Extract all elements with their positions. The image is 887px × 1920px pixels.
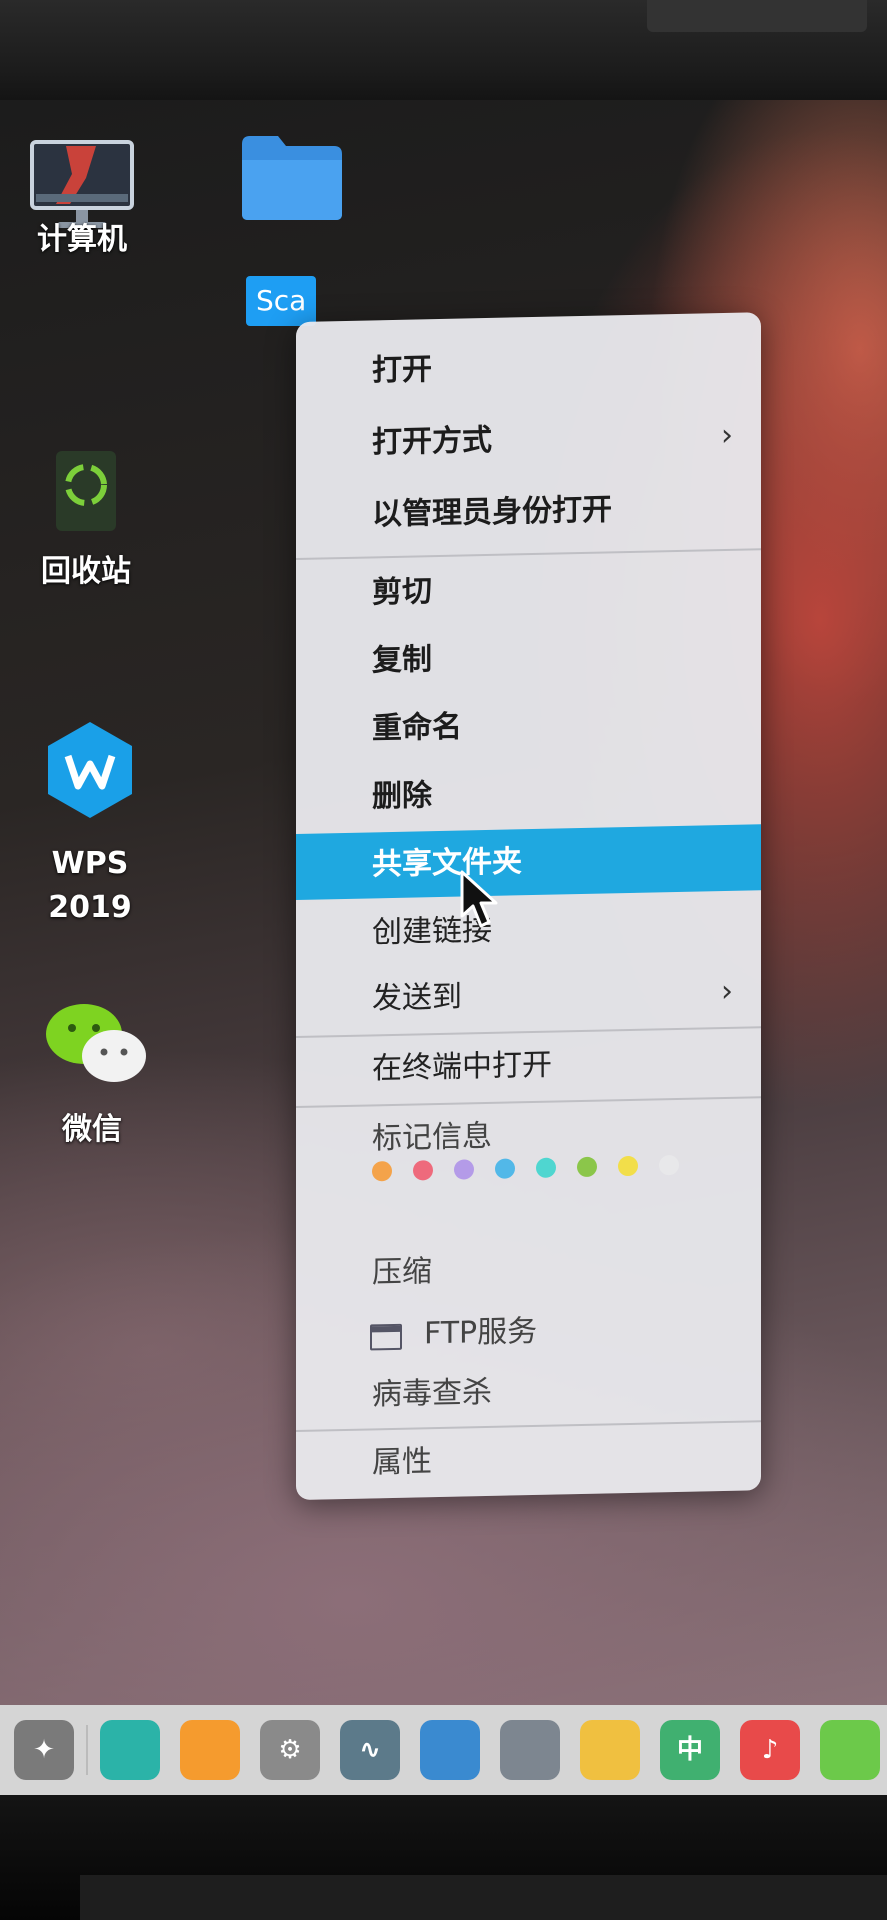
menu-item-label: 剪切 [372,574,432,611]
tag-color-row [372,1154,700,1201]
desktop-icon-label: 计算机 [37,222,127,257]
tag-color-dot[interactable] [659,1154,679,1175]
menu-item-open-with[interactable]: 打开方式 › [296,402,761,478]
menu-item-label: 在终端中打开 [372,1047,552,1087]
file-manager-icon[interactable] [100,1720,160,1780]
code-editor-icon[interactable] [420,1720,480,1780]
menu-item-create-link[interactable]: 创建链接 [296,892,761,968]
tag-color-dot[interactable] [413,1159,433,1181]
menu-item-open[interactable]: 打开 [296,330,761,406]
menu-separator [296,1218,761,1230]
menu-item-virus-scan[interactable]: 病毒查杀 [296,1354,761,1430]
wechat-icon [46,1004,146,1082]
tag-color-dot[interactable] [536,1157,556,1178]
tag-color-dot[interactable] [618,1155,638,1176]
desktop[interactable]: 计算机 Sca 回收站 WPS 2019 微信 打开 打开方式 › 以管理员身份… [0,100,887,1705]
menu-item-rename[interactable]: 重命名 [296,688,761,764]
dock-item-glyph: 中 [676,1735,703,1765]
menu-item-open-as-admin[interactable]: 以管理员身份打开 [296,474,761,550]
menu-item-label: 以管理员身份打开 [372,492,612,533]
monitor-stand [80,1875,887,1920]
desktop-icon-recycle-bin[interactable]: 回收站 [16,445,156,615]
taskbar-dock: ✦ ⚙ ∿ 中 ♪ [0,1705,887,1795]
music-icon[interactable]: ♪ [740,1720,800,1780]
dock-item-glyph: ✦ [33,1735,55,1765]
menu-item-send-to[interactable]: 发送到 › [296,958,761,1034]
chevron-right-icon: › [721,973,733,1010]
menu-item-label: 发送到 [372,979,462,1017]
desktop-icon-wechat[interactable]: 微信 [22,1000,162,1180]
menu-item-label: 重命名 [372,709,462,747]
menu-item-share-folder[interactable]: 共享文件夹 [296,824,761,900]
folder-name-label[interactable]: Sca [246,276,316,326]
menu-item-label: 复制 [372,642,432,679]
desktop-icon-label-line1: WPS [51,846,129,881]
settings-icon[interactable]: ⚙ [260,1720,320,1780]
menu-item-copy[interactable]: 复制 [296,620,761,696]
dock-separator [86,1725,88,1775]
menu-item-label: 打开 [372,352,432,389]
menu-item-label: FTP服务 [424,1313,538,1352]
menu-item-label: 压缩 [372,1254,432,1291]
app-store-icon[interactable] [180,1720,240,1780]
dock-item-glyph: ♪ [761,1735,779,1765]
desktop-icon-computer[interactable]: 计算机 [12,118,152,288]
menu-item-label: 打开方式 [372,422,492,461]
wps-icon [48,722,132,818]
menu-item-label: 病毒查杀 [372,1374,492,1413]
recycle-bin-icon [56,451,116,531]
browser-icon[interactable] [580,1720,640,1780]
monitor-brand-plate [647,0,867,32]
window-icon [370,1323,402,1351]
desktop-icon-label: 回收站 [41,554,131,589]
tag-color-dot[interactable] [372,1160,392,1181]
system-monitor-icon[interactable]: ∿ [340,1720,400,1780]
chevron-right-icon: › [721,417,733,454]
menu-item-open-in-terminal[interactable]: 在终端中打开 [296,1028,761,1104]
mouse-cursor-icon [460,870,498,928]
dock-item-glyph: ⚙ [278,1735,302,1765]
tag-color-dot[interactable] [495,1157,515,1179]
menu-item-properties[interactable]: 属性 [296,1422,761,1498]
menu-item-cut[interactable]: 剪切 [296,552,761,628]
folder-icon[interactable] [240,130,344,222]
monitor-bezel-bottom [0,1795,887,1920]
desktop-icon-label: 微信 [62,1112,122,1147]
menu-item-delete[interactable]: 删除 [296,756,761,832]
menu-item-label: 删除 [372,778,432,815]
desktop-icon-wps[interactable]: WPS 2019 [20,720,160,940]
wechat-dock-icon[interactable] [820,1720,880,1780]
input-method-icon[interactable]: 中 [660,1720,720,1780]
tag-color-dot[interactable] [577,1156,597,1177]
printer-icon[interactable] [500,1720,560,1780]
tag-color-dot[interactable] [454,1158,474,1180]
menu-item-label: 属性 [372,1444,432,1481]
desktop-icon-label-line2: 2019 [48,890,132,925]
launcher-icon[interactable]: ✦ [14,1720,74,1780]
context-menu: 打开 打开方式 › 以管理员身份打开 剪切 复制 重命名 删除 共享文件夹 创建链… [296,312,761,1500]
dock-item-glyph: ∿ [359,1735,381,1765]
